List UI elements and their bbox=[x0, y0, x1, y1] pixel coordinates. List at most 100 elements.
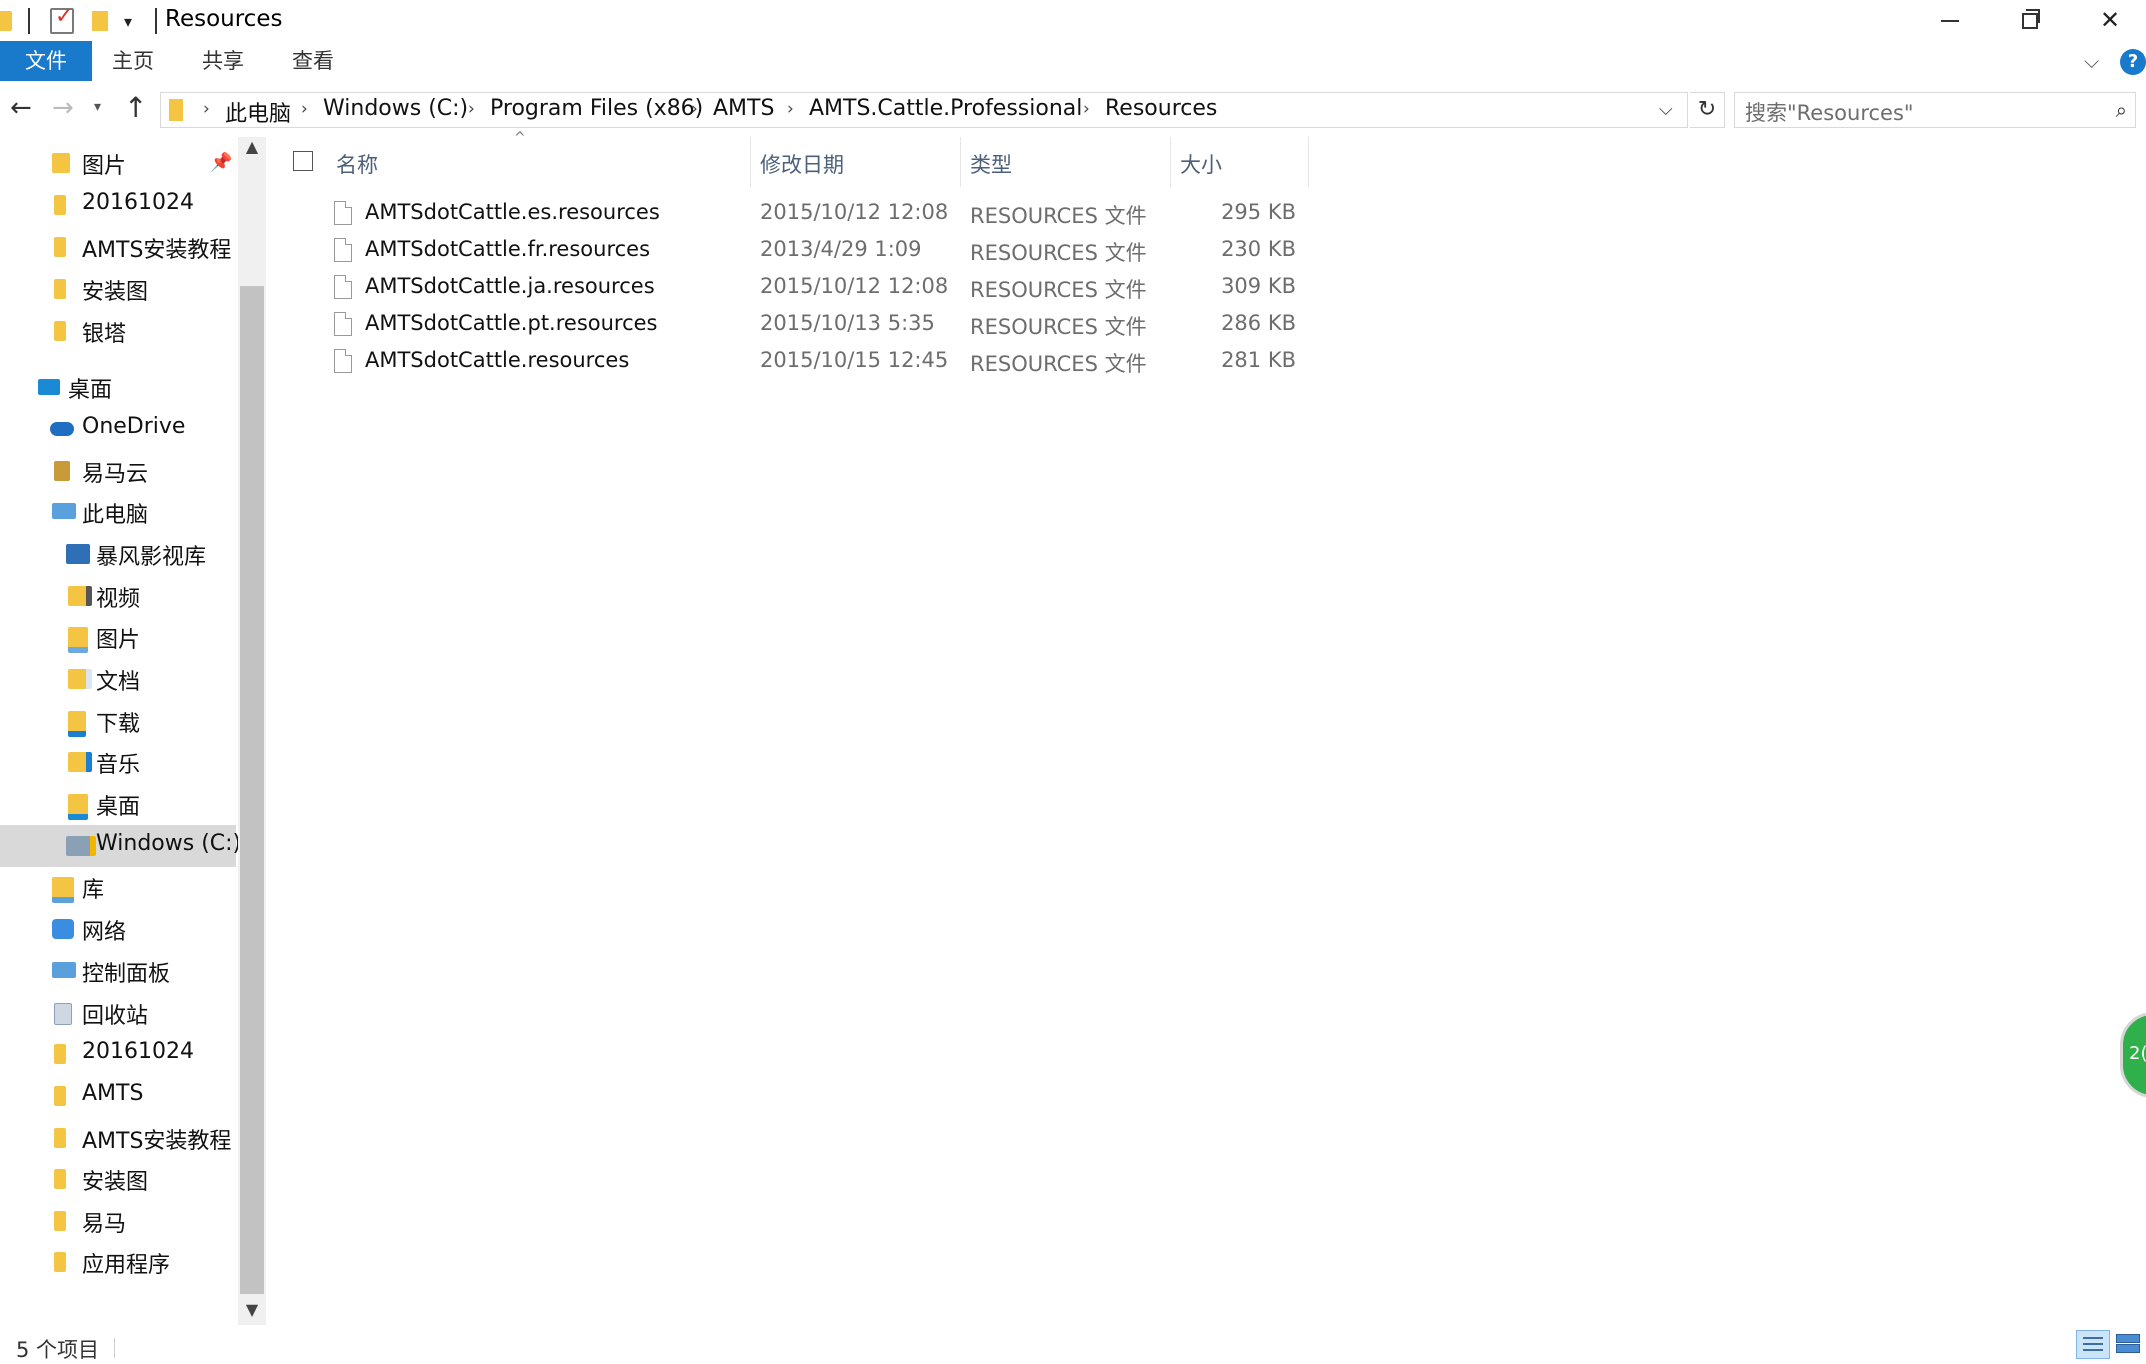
sidebar-item-videos[interactable]: 视频 bbox=[0, 575, 236, 617]
restore-icon-front bbox=[2022, 13, 2038, 29]
sidebar-item-amts-tutorial[interactable]: AMTS安装教程 bbox=[0, 226, 236, 268]
large-icons-view-icon[interactable] bbox=[2114, 1332, 2140, 1354]
breadcrumb-program-files[interactable]: Program Files (x86) bbox=[490, 96, 703, 121]
new-folder-icon[interactable] bbox=[92, 11, 108, 31]
expand-ribbon-icon[interactable]: ⌵ bbox=[2084, 49, 2099, 73]
minimize-button[interactable] bbox=[1910, 0, 1990, 40]
sidebar-item-onedrive[interactable]: OneDrive bbox=[0, 408, 236, 450]
file-row[interactable]: AMTSdotCattle.resources 2015/10/15 12:45… bbox=[290, 346, 1310, 383]
column-divider[interactable] bbox=[750, 137, 751, 187]
sidebar-item-control-panel[interactable]: 控制面板 bbox=[0, 950, 236, 992]
sidebar-item-20161024-b[interactable]: 20161024 bbox=[0, 1033, 236, 1075]
tab-view[interactable]: 查看 bbox=[272, 41, 354, 81]
chevron-right-icon[interactable]: › bbox=[468, 99, 475, 119]
chevron-right-icon[interactable]: › bbox=[787, 99, 794, 119]
sidebar-item-pictures[interactable]: 图片 bbox=[0, 616, 236, 658]
pictures-icon bbox=[68, 627, 88, 653]
sidebar-item-20161024[interactable]: 20161024 bbox=[0, 184, 236, 226]
control-panel-icon bbox=[52, 962, 76, 978]
file-name: AMTSdotCattle.fr.resources bbox=[365, 237, 651, 261]
floating-widget[interactable]: 2( bbox=[2120, 1012, 2146, 1098]
folder-icon bbox=[54, 237, 66, 257]
file-row[interactable]: AMTSdotCattle.es.resources 2015/10/12 12… bbox=[290, 198, 1310, 235]
column-divider[interactable] bbox=[960, 137, 961, 187]
up-arrow-icon[interactable]: ↑ bbox=[124, 91, 147, 124]
sidebar-item-desktop-folder[interactable]: 桌面 bbox=[0, 783, 236, 825]
folder-icon bbox=[54, 195, 66, 215]
sidebar-item-media-library[interactable]: 暴风影视库 bbox=[0, 533, 236, 575]
chevron-right-icon[interactable]: › bbox=[691, 99, 698, 119]
column-header-name[interactable]: 名称 bbox=[336, 141, 750, 185]
sidebar-item-library[interactable]: 库 bbox=[0, 866, 236, 908]
folder-icon bbox=[169, 99, 183, 121]
search-box[interactable]: 搜索"Resources" ⌕ bbox=[1734, 92, 2136, 128]
details-view-icon[interactable] bbox=[2076, 1330, 2110, 1359]
column-header-type[interactable]: 类型 bbox=[970, 141, 1170, 185]
chevron-right-icon[interactable]: › bbox=[203, 99, 210, 119]
sidebar-item-yinta[interactable]: 银塔 bbox=[0, 310, 236, 352]
sidebar-item-label: 库 bbox=[82, 878, 105, 903]
sidebar-item-yima[interactable]: 易马 bbox=[0, 1200, 236, 1242]
pin-icon[interactable]: 📌 bbox=[210, 152, 232, 173]
column-header-date[interactable]: 修改日期 bbox=[760, 141, 960, 185]
address-history-icon[interactable]: ⌵ bbox=[1659, 99, 1673, 120]
sidebar-item-recycle-bin[interactable]: 回收站 bbox=[0, 992, 236, 1034]
breadcrumb-windows-c[interactable]: Windows (C:) bbox=[323, 96, 468, 121]
breadcrumb-amts[interactable]: AMTS bbox=[713, 96, 774, 121]
sidebar-item-pictures-quick[interactable]: 图片 📌 bbox=[0, 142, 236, 184]
tab-share[interactable]: 共享 bbox=[182, 41, 264, 81]
sidebar-item-desktop[interactable]: 桌面 bbox=[0, 366, 236, 408]
breadcrumb-resources[interactable]: Resources bbox=[1105, 96, 1217, 121]
properties-icon[interactable]: ✓ bbox=[50, 4, 74, 34]
forward-arrow-icon[interactable]: → bbox=[52, 93, 74, 123]
file-row[interactable]: AMTSdotCattle.pt.resources 2015/10/13 5:… bbox=[290, 309, 1310, 346]
sidebar-item-label: 20161024 bbox=[82, 190, 194, 215]
customize-quick-access-icon[interactable]: ▾ bbox=[124, 12, 132, 31]
sidebar-item-install-images-b[interactable]: 安装图 bbox=[0, 1158, 236, 1200]
column-divider[interactable] bbox=[1170, 137, 1171, 187]
sidebar-item-applications[interactable]: 应用程序 bbox=[0, 1241, 236, 1283]
chevron-right-icon[interactable]: › bbox=[301, 99, 308, 119]
sidebar-item-network[interactable]: 网络 bbox=[0, 908, 236, 950]
sidebar-item-music[interactable]: 音乐 bbox=[0, 741, 236, 783]
column-header-size[interactable]: 大小 bbox=[1180, 141, 1308, 185]
recent-locations-icon[interactable]: ▾ bbox=[94, 99, 101, 115]
sidebar-item-label: 20161024 bbox=[82, 1039, 194, 1064]
tab-home[interactable]: 主页 bbox=[92, 41, 174, 81]
sidebar-item-label: 易马 bbox=[82, 1212, 127, 1237]
sidebar-item-documents[interactable]: 文档 bbox=[0, 658, 236, 700]
sidebar-item-label: 此电脑 bbox=[82, 503, 149, 528]
tab-file[interactable]: 文件 bbox=[0, 41, 92, 81]
refresh-icon[interactable]: ↻ bbox=[1690, 92, 1725, 128]
file-row[interactable]: AMTSdotCattle.fr.resources 2013/4/29 1:0… bbox=[290, 235, 1310, 272]
maximize-button[interactable] bbox=[1990, 0, 2070, 40]
sidebar-item-downloads[interactable]: 下载 bbox=[0, 700, 236, 742]
column-divider[interactable] bbox=[1308, 137, 1309, 187]
sidebar-item-amts-tutorial-b[interactable]: AMTS安装教程 bbox=[0, 1117, 236, 1159]
pictures-icon bbox=[52, 153, 70, 173]
search-icon[interactable]: ⌕ bbox=[2116, 98, 2127, 122]
scroll-down-icon[interactable]: ▼ bbox=[238, 1300, 266, 1324]
select-all-checkbox[interactable] bbox=[293, 151, 313, 171]
folder-icon[interactable] bbox=[0, 11, 12, 31]
help-icon[interactable]: ? bbox=[2120, 49, 2146, 75]
ribbon-tabs: 文件 主页 共享 查看 ⌵ ? bbox=[0, 41, 2146, 81]
close-button[interactable]: ✕ bbox=[2070, 0, 2146, 40]
file-icon bbox=[334, 238, 352, 262]
file-row[interactable]: AMTSdotCattle.ja.resources 2015/10/12 12… bbox=[290, 272, 1310, 309]
user-folder-icon bbox=[54, 461, 70, 481]
sidebar-item-this-pc[interactable]: 此电脑 bbox=[0, 491, 236, 533]
sidebar-scrollbar-thumb[interactable] bbox=[240, 286, 264, 1294]
sidebar-item-install-images[interactable]: 安装图 bbox=[0, 268, 236, 310]
address-bar[interactable]: › 此电脑 › Windows (C:) › Program Files (x8… bbox=[160, 92, 1688, 128]
file-icon bbox=[334, 275, 352, 299]
breadcrumb-amts-cattle[interactable]: AMTS.Cattle.Professional bbox=[809, 96, 1082, 121]
sidebar-item-amts[interactable]: AMTS bbox=[0, 1075, 236, 1117]
file-size: 309 KB bbox=[1221, 274, 1296, 298]
sidebar-item-windows-c[interactable]: Windows (C:) bbox=[0, 825, 241, 867]
back-arrow-icon[interactable]: ← bbox=[10, 93, 32, 123]
breadcrumb-this-pc[interactable]: 此电脑 bbox=[225, 96, 291, 128]
sidebar-item-yimayun[interactable]: 易马云 bbox=[0, 450, 236, 492]
chevron-right-icon[interactable]: › bbox=[1083, 99, 1090, 119]
scroll-up-icon[interactable]: ▲ bbox=[238, 137, 266, 161]
